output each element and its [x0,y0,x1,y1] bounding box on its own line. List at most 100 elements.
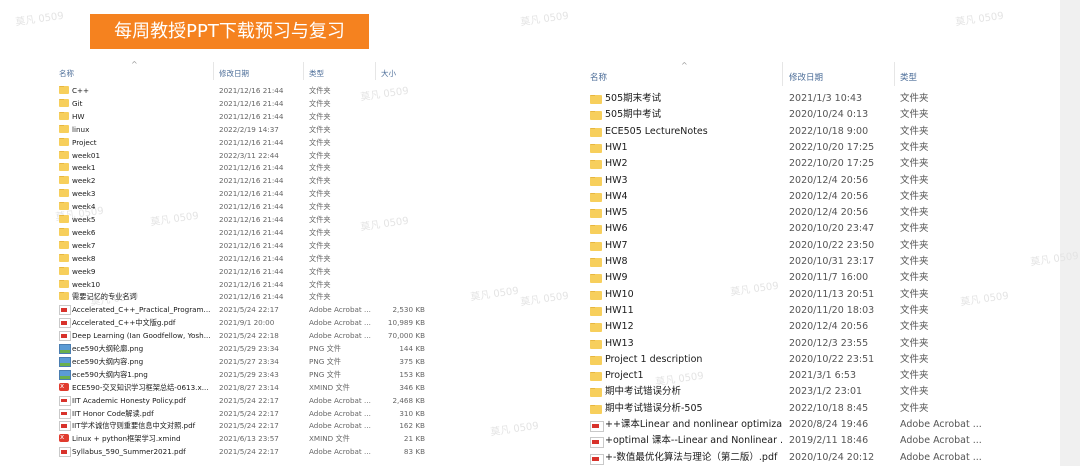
file-row[interactable]: HW11 2020/11/20 18:03 文件夹 [586,303,1016,319]
file-size: 70,000 KB [387,331,425,341]
file-row[interactable]: HW10 2020/11/13 20:51 文件夹 [586,287,1016,303]
file-row[interactable]: week7 2021/12/16 21:44 文件夹 [47,239,437,252]
file-row[interactable]: ECE505 LectureNotes 2022/10/18 9:00 文件夹 [586,124,1016,140]
column-header-date[interactable]: 修改日期 [219,68,249,79]
file-row[interactable]: Project1 2021/3/1 6:53 文件夹 [586,368,1016,384]
file-row[interactable]: IIT Academic Honesty Policy.pdf 2021/5/24… [47,394,437,407]
file-row[interactable]: HW4 2020/12/4 20:56 文件夹 [586,189,1016,205]
file-row[interactable]: HW3 2020/12/4 20:56 文件夹 [586,173,1016,189]
file-row[interactable]: Linux + python框架学习.xmind2021/6/13 23:57X… [47,432,437,445]
file-date: 2021/12/16 21:44 [219,86,284,95]
file-row[interactable]: HW2 2022/10/20 17:25 文件夹 [586,156,1016,172]
file-row[interactable]: Git 2021/12/16 21:44 文件夹 [47,97,437,110]
file-row[interactable]: Accelerated_C++_Practical_Program... 2021… [47,303,437,316]
file-size: 83 KB [403,447,425,457]
file-row[interactable]: HW7 2020/10/22 23:50 文件夹 [586,238,1016,254]
file-date: 2021/12/16 21:44 [219,189,284,199]
file-row[interactable]: HW13 2020/12/3 23:55 文件夹 [586,336,1016,352]
folder-icon [59,279,69,288]
file-name: C++ [72,86,90,95]
file-row[interactable]: 需要记忆的专业名词 2021/12/16 21:44 文件夹 [47,290,437,303]
file-row[interactable]: HW6 2020/10/20 23:47 文件夹 [586,221,1016,237]
sort-arrow-icon[interactable]: ^ [681,61,688,70]
file-name: 需要记忆的专业名词 [72,292,137,302]
file-date: 2020/10/20 23:47 [789,223,875,235]
column-divider[interactable] [303,62,304,80]
file-row[interactable]: week5 2021/12/16 21:44 文件夹 [47,213,437,226]
file-row[interactable]: HW 2021/12/16 21:44 文件夹 [47,110,437,123]
file-row[interactable]: Project 1 description 2020/10/22 23:51 文件夹 [586,352,1016,368]
column-header-size[interactable]: 大小 [381,68,396,79]
file-date: 2022/2/19 14:37 [219,124,279,134]
column-header-date[interactable]: 修改日期 [789,71,823,83]
file-row[interactable]: C++ 2021/12/16 21:44 文件夹 [47,84,437,97]
file-row[interactable]: week10 2021/12/16 21:44 文件夹 [47,278,437,291]
pdf-icon [59,331,71,342]
file-date: 2021/12/16 21:44 [219,98,284,108]
file-row[interactable]: 505期中考试 2020/10/24 0:13 文件夹 [586,107,1016,123]
file-row[interactable]: ece590大纲内容1.png 2021/5/29 23:43 PNG 文件 153 … [47,368,437,381]
column-divider[interactable] [213,62,214,80]
file-row[interactable]: HW9 2020/11/7 16:00 文件夹 [586,270,1016,286]
file-name: week8 [72,253,96,263]
folder-icon [590,258,602,267]
column-divider[interactable] [782,62,783,86]
file-row[interactable]: HW1 2022/10/20 17:25 文件夹 [586,140,1016,156]
file-name: IIT Honor Code解读.pdf [72,408,154,418]
column-header-type[interactable]: 类型 [900,71,917,83]
folder-icon [59,86,69,94]
file-date: 2021/3/1 6:53 [789,370,857,382]
file-row[interactable]: linux 2022/2/19 14:37 文件夹 [47,123,437,136]
file-row[interactable]: week01 2022/3/11 22:44 文件夹 [47,149,437,162]
file-row[interactable]: HW5 2020/12/4 20:56 文件夹 [586,205,1016,221]
file-row[interactable]: +-数值最优化算法与理论（第二版）.pdf 2020/10/24 20:12 Ado… [586,450,1016,466]
file-row[interactable]: week4 2021/12/16 21:44 文件夹 [47,200,437,213]
file-name: ece590大纲内容1.png [72,369,148,379]
file-row[interactable]: week1 2021/12/16 21:44 文件夹 [47,161,437,174]
column-header-name[interactable]: 名称 [590,71,607,83]
folder-icon [590,241,602,251]
folder-icon [590,192,602,202]
pdf-icon [590,421,604,432]
file-row[interactable]: ece590大纲轮廓.png 2021/5/29 23:34 PNG 文件 144 K… [47,342,437,355]
file-row[interactable]: week6 2021/12/16 21:44 文件夹 [47,226,437,239]
file-row[interactable]: +optimal 课本--Linear and Nonlinear ... 201… [586,433,1016,449]
sort-arrow-icon[interactable]: ^ [131,60,138,69]
file-size: 162 KB [399,421,425,431]
file-list-right: ^ 名称 修改日期 类型 505期末考试 2021/1/3 10:43 文件夹 505… [586,61,1016,465]
file-date: 2020/12/3 23:55 [789,337,869,349]
file-row[interactable]: IIT Honor Code解读.pdf 2021/5/24 22:17 Adobe… [47,407,437,420]
file-type: 文件夹 [309,215,331,224]
column-divider[interactable] [894,62,895,86]
file-row[interactable]: week3 2021/12/16 21:44 文件夹 [47,187,437,200]
file-row[interactable]: 期中考试错误分析 2023/1/2 23:01 文件夹 [586,384,1016,400]
column-header-type[interactable]: 类型 [309,68,324,79]
file-date: 2020/12/4 20:56 [789,321,869,333]
file-row[interactable]: Deep Learning (Ian Goodfellow, Yosh... 20… [47,329,437,342]
file-row[interactable]: week8 2021/12/16 21:44 文件夹 [47,252,437,265]
file-row[interactable]: Project 2021/12/16 21:44 文件夹 [47,136,437,149]
file-row[interactable]: ECE590-交叉知识学习框架总结-0613.x... 2021/8/27 23:… [47,381,437,394]
file-row[interactable]: Syllabus_590_Summer2021.pdf 2021/5/24 22:… [47,445,437,458]
file-row[interactable]: HW12 2020/12/4 20:56 文件夹 [586,319,1016,335]
file-row[interactable]: week9 2021/12/16 21:44 文件夹 [47,265,437,278]
file-date: 2021/5/24 22:17 [219,447,279,457]
file-row[interactable]: week2 2021/12/16 21:44 文件夹 [47,174,437,187]
file-row[interactable]: ece590大纲内容.png 2021/5/27 23:34 PNG 文件 375 K… [47,355,437,368]
file-name: HW10 [605,288,634,300]
pdf-icon [59,318,71,329]
folder-icon [59,124,69,133]
file-row[interactable]: 505期末考试 2021/1/3 10:43 文件夹 [586,91,1016,107]
file-name: ++课本Linear and nonlinear optimiza... [605,419,783,430]
pdf-icon [59,421,71,432]
file-row[interactable]: HW8 2020/10/31 23:17 文件夹 [586,254,1016,270]
column-header-name[interactable]: 名称 [59,68,74,79]
file-row[interactable]: 期中考试错误分析-505 2022/10/18 8:45 文件夹 [586,401,1016,417]
file-date: 2021/5/24 22:17 [219,305,279,315]
file-date: 2020/12/4 20:56 [789,207,869,219]
file-row[interactable]: IIT学术诚信守则重要信息中文对照.pdf 2021/5/24 22:17 Adob… [47,419,437,432]
file-row[interactable]: Accelerated_C++中文版g.pdf 2021/9/1 20:00 Ado… [47,316,437,329]
file-row[interactable]: ++课本Linear and nonlinear optimiza... 2020… [586,417,1016,433]
file-date: 2021/5/27 23:34 [219,356,279,366]
column-divider[interactable] [375,62,376,80]
